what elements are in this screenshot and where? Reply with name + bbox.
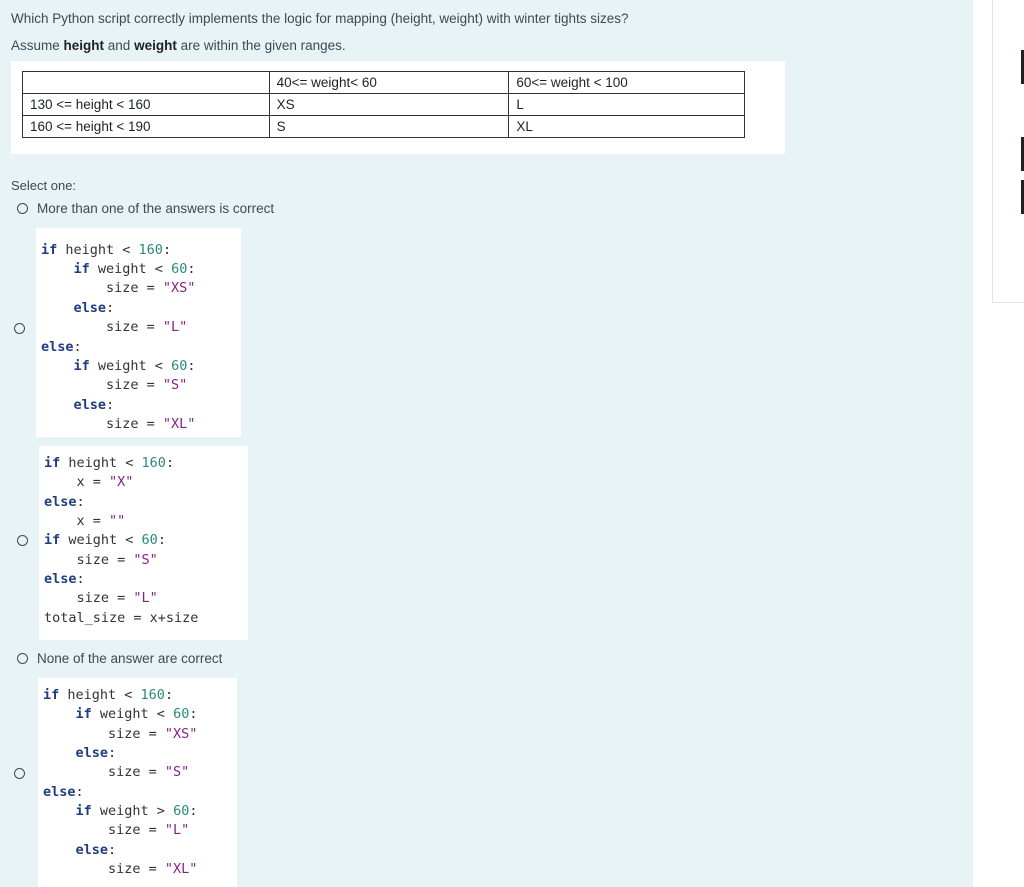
table-cell: L	[508, 93, 745, 116]
code-line: if weight < 60:	[75, 706, 198, 722]
code-line: size = "S"	[41, 377, 188, 393]
code-line: else:	[75, 745, 117, 761]
option-label-1[interactable]: More than one of the answers is correct	[37, 201, 274, 216]
option-radio-4[interactable]	[17, 653, 28, 664]
table-header-cell: 40<= weight< 60	[268, 71, 510, 94]
table-cell: S	[268, 115, 510, 138]
option-radio-5[interactable]	[14, 768, 25, 779]
table-header-row: 40<= weight< 60 60<= weight < 100	[22, 71, 745, 94]
assumption-text-3: are within the given ranges.	[176, 38, 346, 53]
code-line: else:	[43, 784, 84, 800]
table-header-cell	[22, 71, 270, 94]
code-line: if height < 160:	[41, 242, 172, 258]
size-table: 40<= weight< 60 60<= weight < 100 130 <=…	[22, 71, 745, 138]
table-cell: 160 <= height < 190	[22, 115, 270, 138]
table-row: 160 <= height < 190 S XL	[22, 115, 745, 138]
code-line: if height < 160:	[44, 455, 175, 471]
code-line: else:	[75, 842, 117, 858]
code-line: if height < 160:	[43, 687, 174, 703]
assumption-text-2: and	[104, 38, 135, 53]
assumption-text-1: Assume	[11, 38, 64, 53]
code-line: if weight > 60:	[75, 803, 198, 819]
select-one-label: Select one:	[11, 178, 77, 193]
code-line: size = "XL"	[41, 416, 196, 432]
code-line: size = "L"	[43, 822, 190, 838]
code-line: size = "L"	[41, 319, 188, 335]
code-line: size = "XS"	[41, 280, 196, 296]
quiz-navigation-panel	[992, 0, 1024, 303]
question-assumption: Assume height and weight are within the …	[11, 38, 346, 53]
table-cell: 130 <= height < 160	[22, 93, 270, 116]
code-line: total_size = x+size	[44, 610, 199, 626]
code-line: else:	[44, 494, 85, 510]
question-panel: Which Python script correctly implements…	[0, 0, 973, 887]
code-line: else:	[41, 339, 82, 355]
code-line: size = "S"	[43, 764, 190, 780]
code-line: x = "X"	[44, 474, 134, 490]
size-table-container: 40<= weight< 60 60<= weight < 100 130 <=…	[11, 61, 785, 154]
option-radio-2[interactable]	[14, 323, 25, 334]
code-line: x = ""	[44, 513, 126, 529]
code-line: if weight < 60:	[73, 261, 196, 277]
code-line: else:	[73, 300, 115, 316]
table-cell: XL	[508, 115, 745, 138]
code-line: if weight < 60:	[73, 358, 196, 374]
code-line: size = "XS"	[43, 726, 198, 742]
code-snippet-b[interactable]: if height < 160: x = "X" else: x = "" if…	[39, 446, 248, 640]
code-snippet-c[interactable]: if height < 160: if weight < 60: size = …	[38, 678, 237, 887]
assumption-weight: weight	[134, 38, 177, 53]
code-snippet-a[interactable]: if height < 160: if weight < 60: size = …	[36, 228, 241, 437]
code-line: else:	[44, 571, 85, 587]
code-line: size = "L"	[44, 590, 158, 606]
option-radio-1[interactable]	[17, 203, 28, 214]
table-cell: XS	[268, 93, 510, 116]
option-radio-3[interactable]	[17, 535, 28, 546]
code-line: size = "XL"	[43, 861, 198, 877]
question-text: Which Python script correctly implements…	[11, 11, 629, 26]
code-line: else:	[73, 397, 115, 413]
assumption-height: height	[63, 38, 105, 53]
option-label-4[interactable]: None of the answer are correct	[37, 651, 222, 666]
code-line: if weight < 60:	[44, 532, 166, 548]
table-row: 130 <= height < 160 XS L	[22, 93, 745, 116]
table-header-cell: 60<= weight < 100	[508, 71, 745, 94]
code-line: size = "S"	[44, 552, 158, 568]
